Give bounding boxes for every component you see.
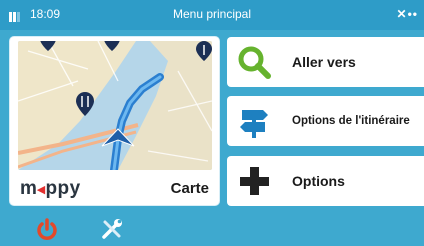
map-button[interactable]: m◂ppy Carte: [10, 37, 219, 205]
brand-logo: m◂ppy: [20, 178, 81, 199]
route-options-label: Options de l'itinéraire: [292, 115, 410, 127]
go-to-label: Aller vers: [292, 54, 356, 70]
page-title: Menu principal: [172, 7, 252, 21]
go-to-button[interactable]: Aller vers: [227, 37, 424, 87]
options-button[interactable]: Options: [227, 156, 424, 206]
power-icon[interactable]: [36, 218, 58, 240]
signpost-icon: [237, 104, 271, 138]
magnifier-icon: [237, 45, 271, 79]
gps-signal-icon: ✕••: [396, 7, 418, 21]
options-label: Options: [292, 173, 345, 189]
status-bar: 18:09 Menu principal ✕••: [0, 0, 424, 30]
bottom-bar: [0, 212, 424, 243]
plus-icon: [237, 164, 271, 198]
map-preview: [18, 41, 212, 170]
route-options-button[interactable]: Options de l'itinéraire: [227, 96, 424, 146]
map-label: Carte: [170, 180, 209, 197]
tools-icon[interactable]: [100, 217, 124, 241]
